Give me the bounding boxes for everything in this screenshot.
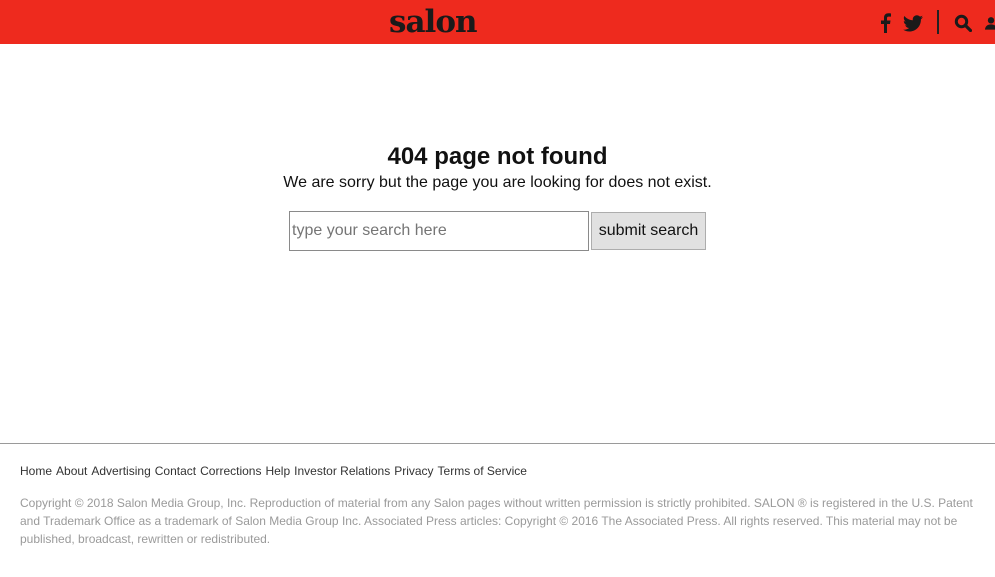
- facebook-icon[interactable]: [879, 11, 891, 35]
- error-section: 404 page not found We are sorry but the …: [0, 140, 995, 193]
- footer-divider: [0, 443, 995, 444]
- twitter-icon[interactable]: [903, 11, 925, 35]
- footer-nav: Home About Advertising Contact Correctio…: [20, 463, 531, 479]
- user-icon[interactable]: [985, 11, 995, 35]
- footer-link-investor-relations[interactable]: Investor Relations: [294, 463, 390, 479]
- footer-link-corrections[interactable]: Corrections: [200, 463, 261, 479]
- footer-link-contact[interactable]: Contact: [155, 463, 196, 479]
- error-message: We are sorry but the page you are lookin…: [283, 174, 712, 191]
- search-field-wrapper: [289, 211, 589, 251]
- footer-link-help[interactable]: Help: [265, 463, 290, 479]
- footer-link-advertising[interactable]: Advertising: [91, 463, 150, 479]
- footer-link-terms[interactable]: Terms of Service: [438, 463, 527, 479]
- salon-logo[interactable]: salon: [389, 2, 478, 42]
- search-form: submit search: [289, 211, 706, 251]
- page-title: 404 page not found: [387, 143, 608, 170]
- footer-link-privacy[interactable]: Privacy: [394, 463, 433, 479]
- footer-link-about[interactable]: About: [56, 463, 87, 479]
- search-icon[interactable]: [954, 11, 974, 35]
- submit-search-button[interactable]: submit search: [591, 212, 706, 250]
- copyright-notice: Copyright © 2018 Salon Media Group, Inc.…: [20, 496, 973, 546]
- header-divider: [937, 10, 939, 34]
- footer-link-home[interactable]: Home: [20, 463, 52, 479]
- site-header: salon: [0, 0, 995, 44]
- search-input[interactable]: [292, 212, 586, 250]
